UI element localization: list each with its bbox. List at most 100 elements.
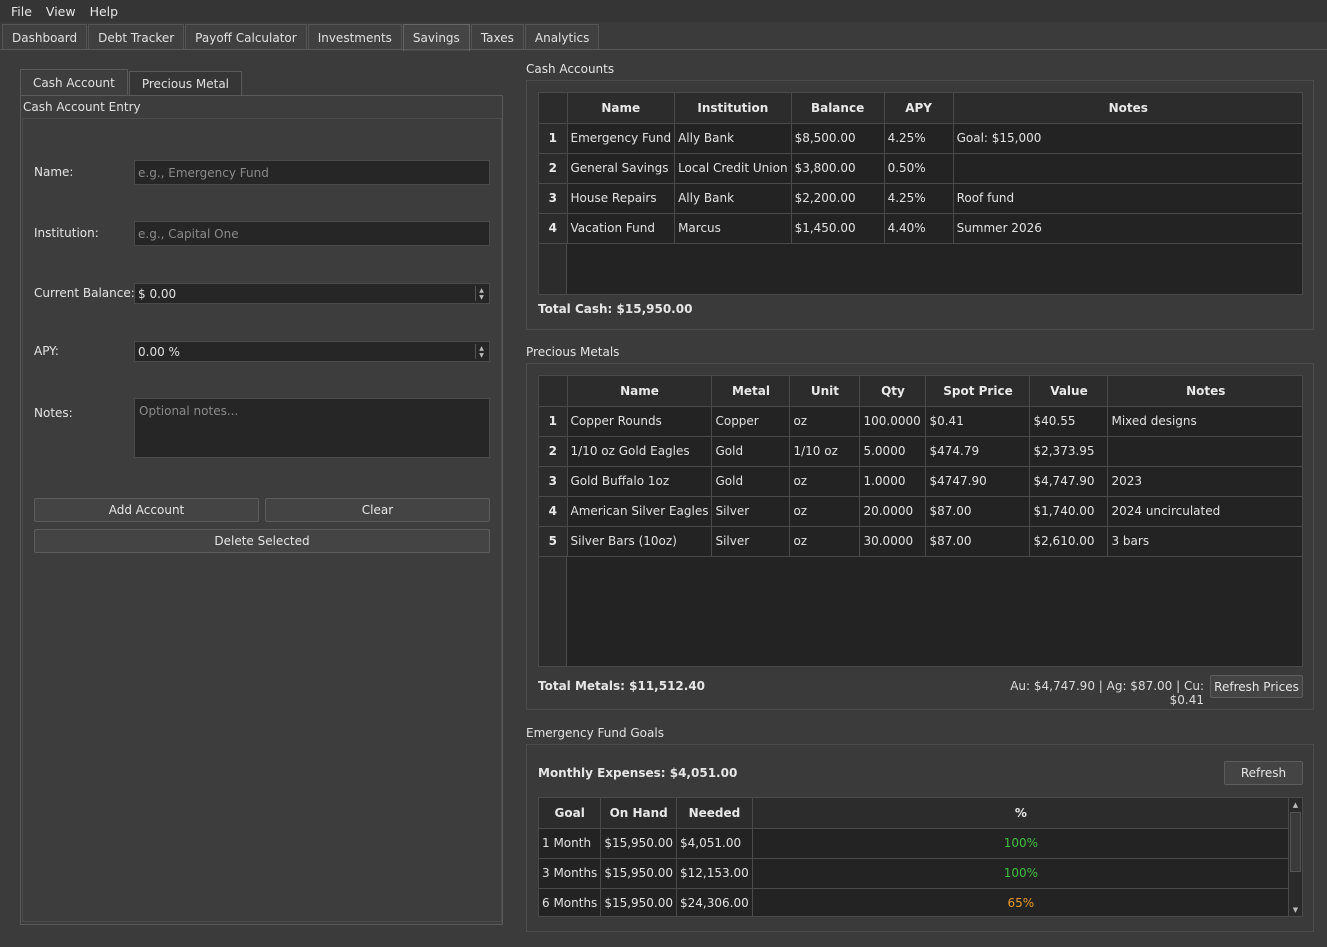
- table-cell[interactable]: $87.00: [925, 496, 1031, 527]
- table-row[interactable]: 3 House Repairs Ally Bank $2,200.00 4.25% Roo…: [539, 183, 1302, 214]
- table-row[interactable]: 4 American Silver Eagles Silver oz 20.0000 $8…: [539, 496, 1302, 527]
- tab-dashboard[interactable]: Dashboard: [2, 24, 88, 50]
- table-cell[interactable]: $2,610.00: [1029, 526, 1109, 557]
- column-header[interactable]: Needed: [676, 798, 753, 829]
- table-cell[interactable]: $4747.90: [925, 466, 1031, 497]
- column-header[interactable]: APY: [884, 93, 954, 124]
- refresh-button[interactable]: Refresh: [1224, 761, 1303, 785]
- apy-spinbox[interactable]: 0.00 % ▲ ▼: [134, 341, 490, 362]
- table-cell[interactable]: Silver: [711, 526, 791, 557]
- table-cell[interactable]: 1/10 oz: [789, 436, 861, 467]
- table-cell[interactable]: 0.50%: [884, 153, 954, 184]
- goals-scrollbar[interactable]: ▲ ▼: [1288, 798, 1302, 916]
- corner-cell[interactable]: [539, 93, 568, 124]
- table-cell[interactable]: 4.25%: [884, 183, 954, 214]
- delete-selected-button[interactable]: Delete Selected: [34, 529, 490, 553]
- column-header[interactable]: Unit: [789, 376, 861, 407]
- table-cell[interactable]: Vacation Fund: [567, 213, 676, 244]
- table-cell[interactable]: $40.55: [1029, 406, 1109, 437]
- column-header[interactable]: On Hand: [600, 798, 678, 829]
- table-row[interactable]: 5 Silver Bars (10oz) Silver oz 30.0000 $87.00…: [539, 526, 1302, 557]
- column-header[interactable]: Spot Price: [925, 376, 1031, 407]
- chevron-up-icon[interactable]: ▲: [479, 345, 484, 352]
- table-cell[interactable]: 3 bars: [1107, 526, 1302, 557]
- table-cell[interactable]: 4.25%: [884, 123, 954, 154]
- table-cell[interactable]: $0.41: [925, 406, 1031, 437]
- table-cell[interactable]: 30.0000: [859, 526, 927, 557]
- table-cell[interactable]: $3,800.00: [791, 153, 885, 184]
- notes-textarea[interactable]: Optional notes...: [134, 398, 490, 458]
- table-cell[interactable]: 1 Month: [539, 828, 602, 859]
- table-cell[interactable]: Local Credit Union: [674, 153, 792, 184]
- table-cell[interactable]: Ally Bank: [674, 123, 792, 154]
- column-header[interactable]: Qty: [859, 376, 927, 407]
- table-cell[interactable]: $4,051.00: [676, 828, 753, 859]
- table-cell[interactable]: Emergency Fund: [567, 123, 676, 154]
- table-cell[interactable]: oz: [789, 526, 861, 557]
- table-cell[interactable]: General Savings: [567, 153, 676, 184]
- row-header[interactable]: 2: [539, 153, 568, 184]
- clear-button[interactable]: Clear: [265, 498, 490, 522]
- table-row[interactable]: 4 Vacation Fund Marcus $1,450.00 4.40% Summer…: [539, 213, 1302, 244]
- table-cell[interactable]: $2,373.95: [1029, 436, 1109, 467]
- table-row[interactable]: 1 Copper Rounds Copper oz 100.0000 $0.41 $40.5…: [539, 406, 1302, 437]
- table-cell[interactable]: Copper Rounds: [567, 406, 713, 437]
- tab-analytics[interactable]: Analytics: [524, 24, 600, 50]
- institution-input[interactable]: e.g., Capital One: [134, 221, 490, 246]
- tab-taxes[interactable]: Taxes: [470, 24, 524, 50]
- tab-debt-tracker[interactable]: Debt Tracker: [88, 24, 185, 50]
- table-cell[interactable]: House Repairs: [567, 183, 676, 214]
- table-cell[interactable]: [1107, 436, 1302, 467]
- table-cell[interactable]: $87.00: [925, 526, 1031, 557]
- chevron-up-icon[interactable]: ▲: [479, 287, 484, 294]
- menu-help[interactable]: Help: [83, 4, 126, 19]
- table-cell[interactable]: 2024 uncirculated: [1107, 496, 1302, 527]
- table-cell[interactable]: Ally Bank: [674, 183, 792, 214]
- table-row[interactable]: 1 Month $15,950.00 $4,051.00 100%: [539, 828, 1291, 859]
- chevron-down-icon[interactable]: ▼: [479, 352, 484, 359]
- table-cell[interactable]: Gold: [711, 466, 791, 497]
- table-cell[interactable]: $8,500.00: [791, 123, 885, 154]
- column-header[interactable]: Name: [567, 93, 676, 124]
- table-cell[interactable]: 20.0000: [859, 496, 927, 527]
- row-header[interactable]: 1: [539, 406, 568, 437]
- table-cell[interactable]: $474.79: [925, 436, 1031, 467]
- table-cell[interactable]: Silver: [711, 496, 791, 527]
- table-cell[interactable]: 2023: [1107, 466, 1302, 497]
- tab-savings[interactable]: Savings: [402, 24, 470, 51]
- table-row[interactable]: 2 General Savings Local Credit Union $3,800…: [539, 153, 1302, 184]
- table-cell[interactable]: 100.0000: [859, 406, 927, 437]
- column-header[interactable]: Balance: [791, 93, 885, 124]
- add-account-button[interactable]: Add Account: [34, 498, 259, 522]
- row-header[interactable]: 4: [539, 213, 568, 244]
- table-cell[interactable]: 3 Months: [539, 858, 602, 889]
- table-cell[interactable]: oz: [789, 466, 861, 497]
- table-cell[interactable]: Roof fund: [953, 183, 1302, 214]
- table-cell[interactable]: Mixed designs: [1107, 406, 1302, 437]
- chevron-down-icon[interactable]: ▼: [479, 294, 484, 301]
- table-cell[interactable]: [953, 153, 1302, 184]
- column-header[interactable]: Institution: [674, 93, 792, 124]
- table-cell[interactable]: 6 Months: [539, 888, 602, 916]
- balance-spinbox[interactable]: $ 0.00 ▲ ▼: [134, 283, 490, 304]
- row-header[interactable]: 5: [539, 526, 568, 557]
- column-header[interactable]: Notes: [1107, 376, 1302, 407]
- table-cell[interactable]: Marcus: [674, 213, 792, 244]
- table-cell[interactable]: $4,747.90: [1029, 466, 1109, 497]
- table-cell[interactable]: 65%: [752, 888, 1291, 916]
- tab-precious-metal[interactable]: Precious Metal: [128, 71, 243, 96]
- table-cell[interactable]: 100%: [752, 858, 1291, 889]
- row-header[interactable]: 3: [539, 183, 568, 214]
- table-cell[interactable]: $15,950.00: [600, 888, 678, 916]
- table-cell[interactable]: Copper: [711, 406, 791, 437]
- scroll-up-arrow-icon[interactable]: ▲: [1289, 798, 1302, 811]
- apy-stepper[interactable]: ▲ ▼: [475, 344, 487, 359]
- column-header[interactable]: Goal: [539, 798, 602, 829]
- table-cell[interactable]: $1,450.00: [791, 213, 885, 244]
- table-cell[interactable]: Silver Bars (10oz): [567, 526, 713, 557]
- precious-metals-table[interactable]: Name Metal Unit Qty Spot Price Value Not…: [538, 375, 1303, 667]
- table-row[interactable]: 3 Months $15,950.00 $12,153.00 100%: [539, 858, 1291, 889]
- row-header[interactable]: 4: [539, 496, 568, 527]
- table-cell[interactable]: oz: [789, 406, 861, 437]
- table-cell[interactable]: oz: [789, 496, 861, 527]
